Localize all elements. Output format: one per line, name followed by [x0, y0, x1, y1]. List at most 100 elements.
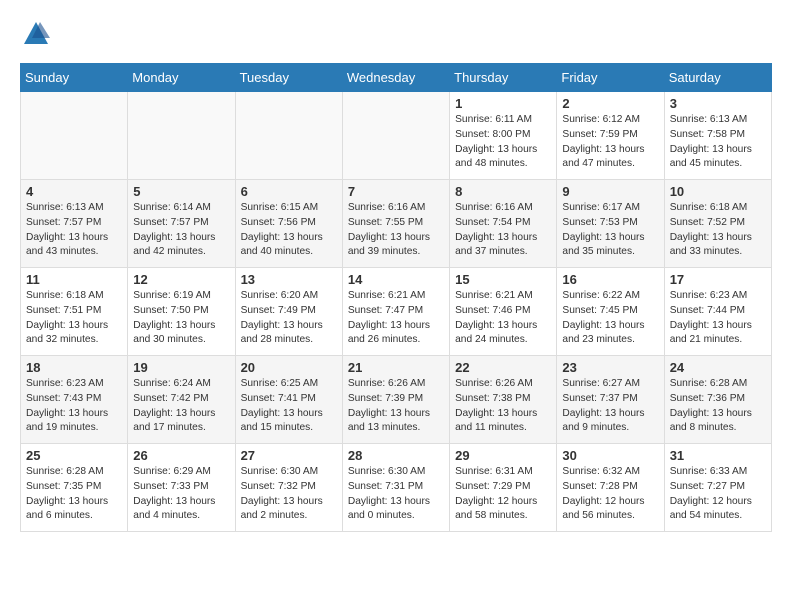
calendar-cell: 15 Sunrise: 6:21 AMSunset: 7:46 PMDayligh…: [450, 268, 557, 356]
calendar-cell: 24 Sunrise: 6:28 AMSunset: 7:36 PMDayligh…: [664, 356, 771, 444]
calendar-week-3: 11 Sunrise: 6:18 AMSunset: 7:51 PMDayligh…: [21, 268, 772, 356]
calendar-week-2: 4 Sunrise: 6:13 AMSunset: 7:57 PMDaylight…: [21, 180, 772, 268]
calendar-cell: 6 Sunrise: 6:15 AMSunset: 7:56 PMDaylight…: [235, 180, 342, 268]
calendar-week-4: 18 Sunrise: 6:23 AMSunset: 7:43 PMDayligh…: [21, 356, 772, 444]
day-info: Sunrise: 6:31 AMSunset: 7:29 PMDaylight:…: [455, 465, 551, 524]
day-header-thursday: Thursday: [450, 64, 557, 92]
day-number: 30: [562, 448, 658, 463]
day-header-sunday: Sunday: [21, 64, 128, 92]
calendar-cell: 12 Sunrise: 6:19 AMSunset: 7:50 PMDayligh…: [128, 268, 235, 356]
calendar-cell: [235, 92, 342, 180]
day-header-monday: Monday: [128, 64, 235, 92]
calendar-week-1: 1 Sunrise: 6:11 AMSunset: 8:00 PMDaylight…: [21, 92, 772, 180]
day-number: 9: [562, 184, 658, 199]
day-info: Sunrise: 6:16 AMSunset: 7:54 PMDaylight:…: [455, 201, 551, 260]
day-info: Sunrise: 6:13 AMSunset: 7:57 PMDaylight:…: [26, 201, 122, 260]
day-number: 10: [670, 184, 766, 199]
calendar-cell: 1 Sunrise: 6:11 AMSunset: 8:00 PMDaylight…: [450, 92, 557, 180]
calendar-cell: 18 Sunrise: 6:23 AMSunset: 7:43 PMDayligh…: [21, 356, 128, 444]
calendar-cell: 29 Sunrise: 6:31 AMSunset: 7:29 PMDayligh…: [450, 444, 557, 532]
day-number: 13: [241, 272, 337, 287]
day-info: Sunrise: 6:21 AMSunset: 7:46 PMDaylight:…: [455, 289, 551, 348]
day-number: 31: [670, 448, 766, 463]
day-info: Sunrise: 6:15 AMSunset: 7:56 PMDaylight:…: [241, 201, 337, 260]
day-number: 12: [133, 272, 229, 287]
day-info: Sunrise: 6:28 AMSunset: 7:36 PMDaylight:…: [670, 377, 766, 436]
day-info: Sunrise: 6:27 AMSunset: 7:37 PMDaylight:…: [562, 377, 658, 436]
calendar-cell: 7Sunrise: 6:16 AMSunset: 7:55 PMDaylight…: [342, 180, 449, 268]
day-info: Sunrise: 6:30 AMSunset: 7:32 PMDaylight:…: [241, 465, 337, 524]
calendar-table: SundayMondayTuesdayWednesdayThursdayFrid…: [20, 63, 772, 532]
calendar-cell: 11 Sunrise: 6:18 AMSunset: 7:51 PMDayligh…: [21, 268, 128, 356]
day-info: Sunrise: 6:26 AMSunset: 7:39 PMDaylight:…: [348, 377, 444, 436]
calendar-cell: 22Sunrise: 6:26 AMSunset: 7:38 PMDayligh…: [450, 356, 557, 444]
day-info: Sunrise: 6:20 AMSunset: 7:49 PMDaylight:…: [241, 289, 337, 348]
calendar-cell: 21 Sunrise: 6:26 AMSunset: 7:39 PMDayligh…: [342, 356, 449, 444]
day-number: 17: [670, 272, 766, 287]
day-number: 27: [241, 448, 337, 463]
calendar-cell: 14 Sunrise: 6:21 AMSunset: 7:47 PMDayligh…: [342, 268, 449, 356]
day-info: Sunrise: 6:14 AMSunset: 7:57 PMDaylight:…: [133, 201, 229, 260]
logo: [20, 20, 50, 53]
day-info: Sunrise: 6:22 AMSunset: 7:45 PMDaylight:…: [562, 289, 658, 348]
day-info: Sunrise: 6:13 AMSunset: 7:58 PMDaylight:…: [670, 113, 766, 172]
day-number: 8: [455, 184, 551, 199]
logo-icon: [22, 20, 50, 48]
day-number: 28: [348, 448, 444, 463]
calendar-cell: 17 Sunrise: 6:23 AMSunset: 7:44 PMDayligh…: [664, 268, 771, 356]
day-number: 15: [455, 272, 551, 287]
calendar-cell: 19 Sunrise: 6:24 AMSunset: 7:42 PMDayligh…: [128, 356, 235, 444]
day-info: Sunrise: 6:19 AMSunset: 7:50 PMDaylight:…: [133, 289, 229, 348]
day-info: Sunrise: 6:11 AMSunset: 8:00 PMDaylight:…: [455, 113, 551, 172]
calendar-cell: 5 Sunrise: 6:14 AMSunset: 7:57 PMDaylight…: [128, 180, 235, 268]
day-info: Sunrise: 6:18 AMSunset: 7:52 PMDaylight:…: [670, 201, 766, 260]
day-info: Sunrise: 6:21 AMSunset: 7:47 PMDaylight:…: [348, 289, 444, 348]
day-number: 11: [26, 272, 122, 287]
day-info: Sunrise: 6:24 AMSunset: 7:42 PMDaylight:…: [133, 377, 229, 436]
day-number: 18: [26, 360, 122, 375]
calendar-cell: 16 Sunrise: 6:22 AMSunset: 7:45 PMDayligh…: [557, 268, 664, 356]
day-number: 19: [133, 360, 229, 375]
day-number: 22: [455, 360, 551, 375]
day-number: 1: [455, 96, 551, 111]
calendar-cell: 26Sunrise: 6:29 AMSunset: 7:33 PMDayligh…: [128, 444, 235, 532]
day-number: 14: [348, 272, 444, 287]
day-number: 29: [455, 448, 551, 463]
page-header: [20, 20, 772, 53]
day-number: 21: [348, 360, 444, 375]
calendar-cell: 28 Sunrise: 6:30 AMSunset: 7:31 PMDayligh…: [342, 444, 449, 532]
day-info: Sunrise: 6:23 AMSunset: 7:43 PMDaylight:…: [26, 377, 122, 436]
day-number: 4: [26, 184, 122, 199]
calendar-cell: 31Sunrise: 6:33 AMSunset: 7:27 PMDayligh…: [664, 444, 771, 532]
day-info: Sunrise: 6:28 AMSunset: 7:35 PMDaylight:…: [26, 465, 122, 524]
calendar-cell: 8 Sunrise: 6:16 AMSunset: 7:54 PMDaylight…: [450, 180, 557, 268]
calendar-cell: [21, 92, 128, 180]
day-header-tuesday: Tuesday: [235, 64, 342, 92]
day-info: Sunrise: 6:23 AMSunset: 7:44 PMDaylight:…: [670, 289, 766, 348]
day-number: 16: [562, 272, 658, 287]
day-header-saturday: Saturday: [664, 64, 771, 92]
calendar-cell: [342, 92, 449, 180]
day-info: Sunrise: 6:30 AMSunset: 7:31 PMDaylight:…: [348, 465, 444, 524]
calendar-cell: 4 Sunrise: 6:13 AMSunset: 7:57 PMDaylight…: [21, 180, 128, 268]
day-info: Sunrise: 6:17 AMSunset: 7:53 PMDaylight:…: [562, 201, 658, 260]
day-header-wednesday: Wednesday: [342, 64, 449, 92]
day-number: 26: [133, 448, 229, 463]
day-number: 24: [670, 360, 766, 375]
calendar-cell: 10 Sunrise: 6:18 AMSunset: 7:52 PMDayligh…: [664, 180, 771, 268]
day-info: Sunrise: 6:18 AMSunset: 7:51 PMDaylight:…: [26, 289, 122, 348]
day-info: Sunrise: 6:12 AMSunset: 7:59 PMDaylight:…: [562, 113, 658, 172]
day-number: 25: [26, 448, 122, 463]
day-number: 23: [562, 360, 658, 375]
calendar-week-5: 25 Sunrise: 6:28 AMSunset: 7:35 PMDayligh…: [21, 444, 772, 532]
day-number: 20: [241, 360, 337, 375]
calendar-cell: 3Sunrise: 6:13 AMSunset: 7:58 PMDaylight…: [664, 92, 771, 180]
day-number: 7: [348, 184, 444, 199]
day-number: 6: [241, 184, 337, 199]
calendar-cell: 30Sunrise: 6:32 AMSunset: 7:28 PMDayligh…: [557, 444, 664, 532]
calendar-cell: 9 Sunrise: 6:17 AMSunset: 7:53 PMDaylight…: [557, 180, 664, 268]
calendar-cell: 25 Sunrise: 6:28 AMSunset: 7:35 PMDayligh…: [21, 444, 128, 532]
day-number: 5: [133, 184, 229, 199]
calendar-cell: [128, 92, 235, 180]
calendar-header-row: SundayMondayTuesdayWednesdayThursdayFrid…: [21, 64, 772, 92]
